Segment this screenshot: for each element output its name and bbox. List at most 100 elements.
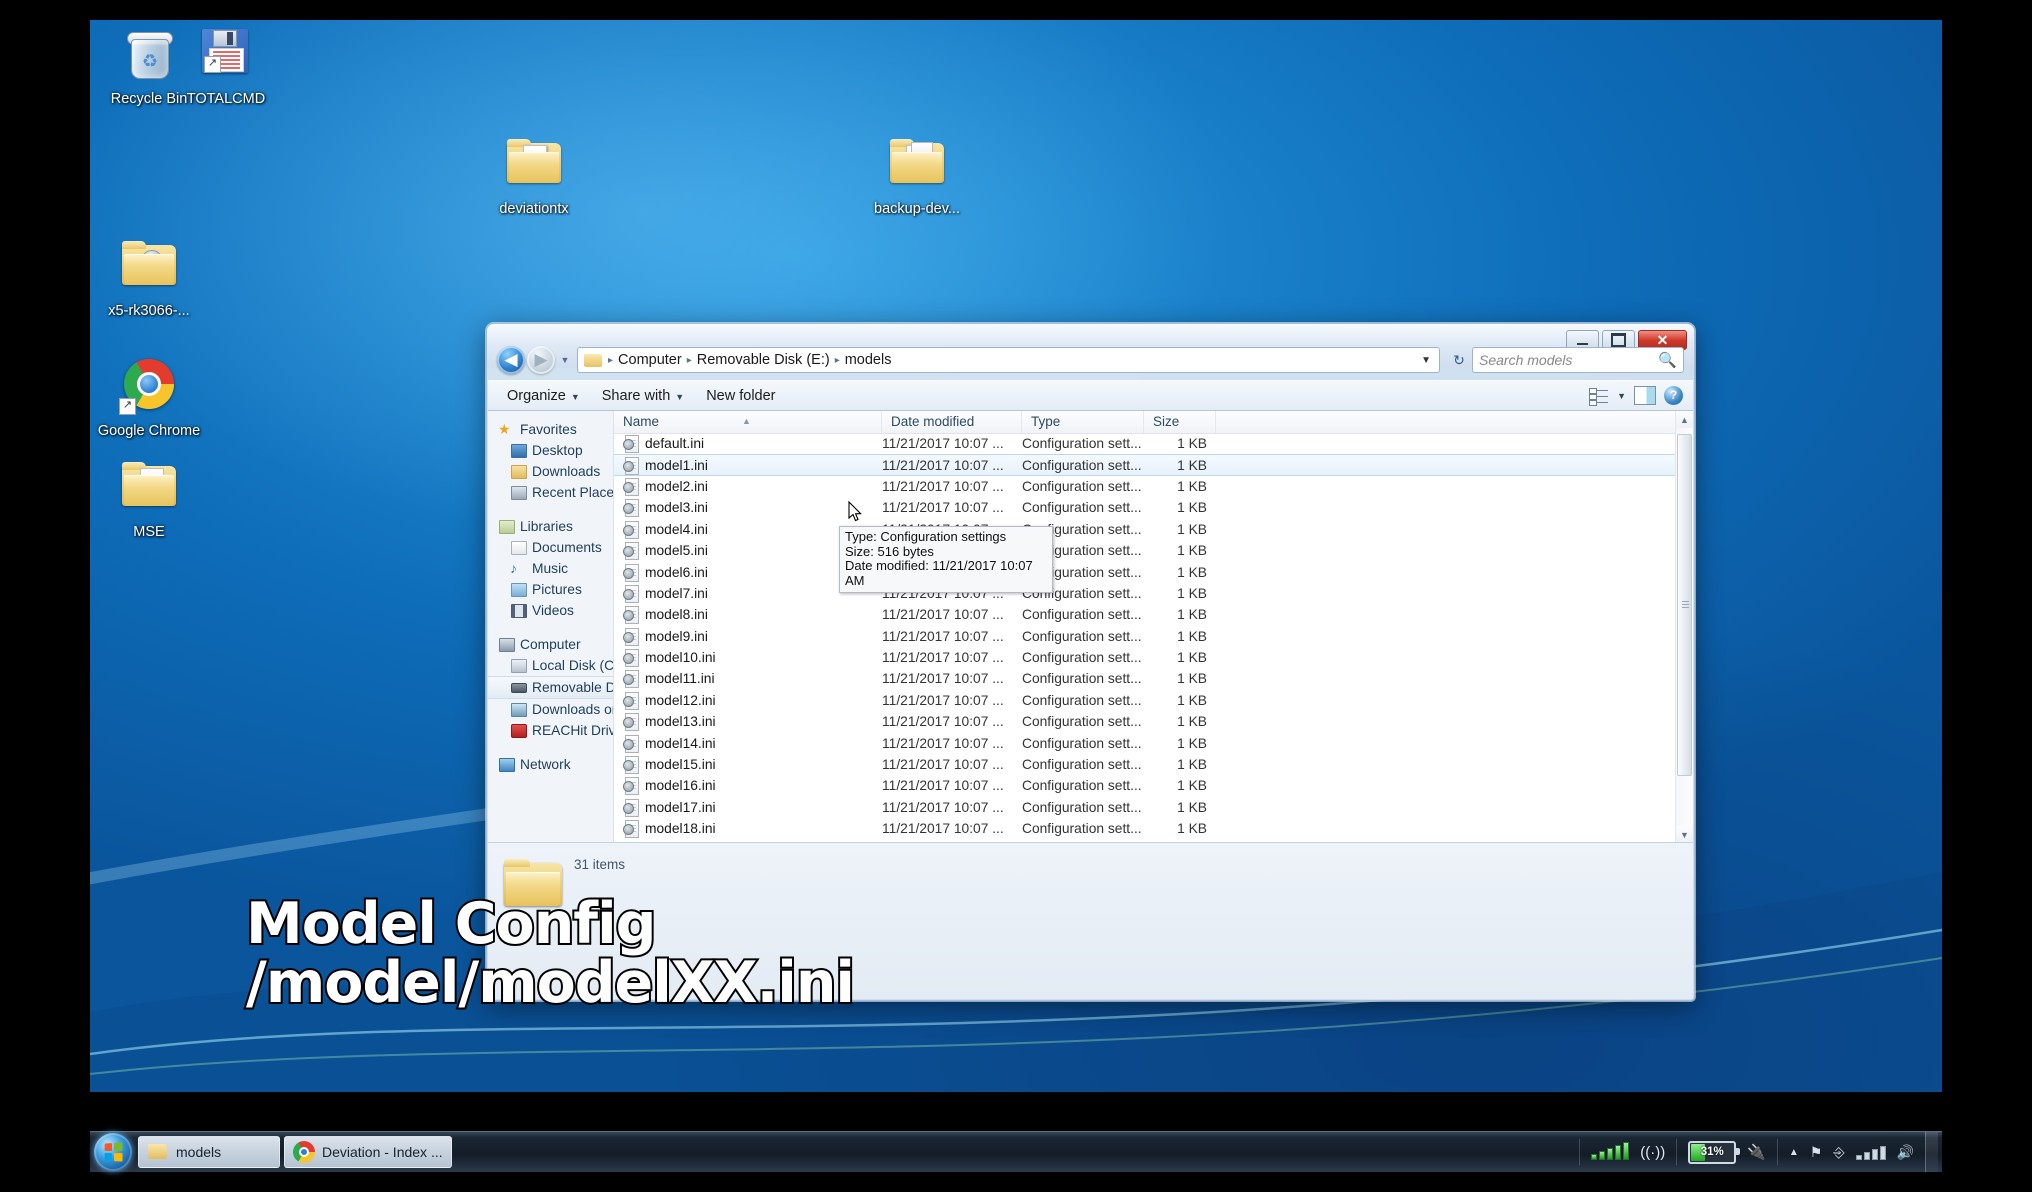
file-name-label: default.ini <box>645 436 705 452</box>
table-row[interactable]: model6.ini11/21/2017 10:07 ...Configurat… <box>614 561 1675 582</box>
battery-icon[interactable]: 31% <box>1688 1140 1741 1164</box>
network-signal-bars-icon[interactable] <box>1855 1144 1886 1160</box>
address-bar[interactable]: ▸ Computer ▸ Removable Disk (E:) ▸ model… <box>577 347 1440 373</box>
table-row[interactable]: model12.ini 11/21/2017 10:07 ... Configura… <box>614 690 1675 711</box>
table-row[interactable]: model11.ini 11/21/2017 10:07 ... Configura… <box>614 668 1675 689</box>
ini-file-icon <box>623 435 639 454</box>
table-row[interactable]: model8.ini 11/21/2017 10:07 ... Configurat… <box>614 604 1675 625</box>
desktop-icon-mse[interactable]: MSE <box>95 458 203 540</box>
desktop-icon-deviationtx[interactable]: deviationtx <box>480 135 588 217</box>
removable-disk-icon <box>510 680 527 695</box>
table-row[interactable]: model9.ini 11/21/2017 10:07 ... Configurat… <box>614 626 1675 647</box>
file-name-label: model9.ini <box>645 628 708 644</box>
navigation-pane[interactable]: ★ Favorites Desktop Downloads Recent Pla… <box>488 411 614 843</box>
taskbar-button-models[interactable]: models <box>138 1136 280 1168</box>
view-options-icon[interactable] <box>1589 387 1609 406</box>
star-icon: ★ <box>498 421 511 437</box>
sidebar-item-removable-disk[interactable]: Removable Disk <box>488 676 613 699</box>
table-row[interactable]: model1.ini 11/21/2017 10:07 ... Configurat… <box>614 454 1675 476</box>
table-row[interactable]: model5.ini11/21/2017 10:07 ...Configurat… <box>614 540 1675 561</box>
ini-file-icon <box>623 456 639 475</box>
vertical-scrollbar[interactable]: ▲ ▼ <box>1675 411 1693 843</box>
table-row[interactable]: model3.ini 11/21/2017 10:07 ... Configurat… <box>614 497 1675 518</box>
sidebar-item-downloads[interactable]: Downloads <box>488 461 613 482</box>
refresh-button[interactable]: ↻ <box>1446 347 1472 373</box>
file-type-cell: Configuration sett... <box>1022 757 1142 773</box>
computer-icon <box>498 637 515 652</box>
organize-button[interactable]: Organize ▼ <box>498 385 589 407</box>
chevron-down-icon[interactable]: ▼ <box>1421 355 1435 366</box>
volume-icon[interactable]: 🔊 <box>1897 1144 1914 1161</box>
sidebar-item-desktop[interactable]: Desktop <box>488 440 613 461</box>
taskbar-button-deviation[interactable]: Deviation - Index ... <box>284 1136 452 1168</box>
file-size-cell: 1 KB <box>1177 521 1207 537</box>
sidebar-item-videos[interactable]: Videos <box>488 600 613 621</box>
column-header-type[interactable]: Type <box>1022 411 1144 433</box>
sidebar-item-recent-places[interactable]: Recent Places <box>488 482 613 503</box>
search-input[interactable]: Search models 🔍 <box>1472 347 1684 373</box>
preview-pane-icon[interactable] <box>1634 386 1656 405</box>
table-row[interactable]: model16.ini 11/21/2017 10:07 ... Configura… <box>614 775 1675 796</box>
sidebar-group-computer[interactable]: Computer <box>488 634 613 655</box>
scrollbar-thumb[interactable] <box>1677 434 1692 776</box>
table-row[interactable]: model2.ini 11/21/2017 10:07 ... Configurat… <box>614 476 1675 497</box>
start-button[interactable] <box>94 1133 132 1171</box>
column-header-name[interactable]: Name ▲ <box>614 411 882 433</box>
sidebar-item-pictures[interactable]: Pictures <box>488 579 613 600</box>
table-row[interactable]: model15.ini 11/21/2017 10:07 ... Configura… <box>614 754 1675 775</box>
taskbar[interactable]: models Deviation - Index ... ((·)) 31% 🔌… <box>90 1131 1942 1172</box>
show-hidden-icons-button[interactable]: ▲ <box>1789 1147 1799 1158</box>
table-row[interactable]: default.ini 11/21/2017 10:07 ... Configura… <box>614 433 1675 454</box>
scroll-down-button[interactable]: ▼ <box>1676 826 1693 843</box>
desktop-icon-totalcmd[interactable]: ↗ TOTALCMD <box>172 25 280 107</box>
file-size-cell: 1 KB <box>1177 500 1207 516</box>
table-row[interactable]: model4.ini11/21/2017 10:07 ...Configurat… <box>614 519 1675 540</box>
table-row[interactable]: model14.ini 11/21/2017 10:07 ... Configura… <box>614 732 1675 753</box>
table-row[interactable]: model13.ini 11/21/2017 10:07 ... Configura… <box>614 711 1675 732</box>
chevron-down-icon: ▼ <box>570 391 580 402</box>
show-desktop-button[interactable] <box>1925 1132 1938 1172</box>
action-center-flag-icon[interactable]: ⚑ <box>1810 1144 1823 1161</box>
sidebar-item-reachit-drive[interactable]: REACHit Drive <box>488 720 613 741</box>
file-type-cell: Configuration sett... <box>1022 500 1142 516</box>
file-date-cell: 11/21/2017 10:07 ... <box>882 628 1004 644</box>
file-list-pane[interactable]: Name ▲ Date modified Type Size default.i… <box>614 411 1675 843</box>
wifi-icon[interactable]: ((·)) <box>1640 1144 1665 1161</box>
chevron-down-icon[interactable]: ▼ <box>1617 391 1626 401</box>
table-row[interactable]: model10.ini 11/21/2017 10:07 ... Configura… <box>614 647 1675 668</box>
back-button[interactable]: ◀ <box>497 346 525 374</box>
sidebar-item-music[interactable]: ♪ Music <box>488 558 613 579</box>
file-type-cell: Configuration sett... <box>1022 457 1142 473</box>
table-row[interactable]: model17.ini 11/21/2017 10:07 ... Configura… <box>614 797 1675 818</box>
sidebar-item-documents[interactable]: Documents <box>488 537 613 558</box>
share-with-button[interactable]: Share with ▼ <box>593 385 693 407</box>
sidebar-group-libraries[interactable]: Libraries <box>488 516 613 537</box>
desktop-icon-x5-rk3066[interactable]: x5-rk3066-... <box>95 237 203 319</box>
desktop-icon-backup-dev[interactable]: backup-dev... <box>863 135 971 217</box>
new-folder-button[interactable]: New folder <box>697 385 784 407</box>
power-plug-icon[interactable]: 🔌 <box>1747 1143 1766 1161</box>
file-date-cell: 11/21/2017 10:07 ... <box>882 478 1004 494</box>
breadcrumb-removable-disk[interactable]: Removable Disk (E:) <box>694 352 833 368</box>
sidebar-group-network[interactable]: Network <box>488 754 613 775</box>
file-rows[interactable]: default.ini 11/21/2017 10:07 ... Configura… <box>614 433 1675 843</box>
breadcrumb-models[interactable]: models <box>842 352 895 368</box>
forward-button[interactable]: ▶ <box>527 346 555 374</box>
sidebar-item-local-disk-c[interactable]: Local Disk (C:) <box>488 655 613 676</box>
sidebar-item-downloads-on[interactable]: Downloads on <box>488 699 613 720</box>
ini-file-icon <box>623 627 639 646</box>
help-icon[interactable]: ? <box>1664 386 1683 405</box>
breadcrumb-computer[interactable]: Computer <box>615 352 685 368</box>
ini-file-icon <box>623 777 639 796</box>
file-name-label: model8.ini <box>645 607 708 623</box>
sidebar-group-favorites[interactable]: ★ Favorites <box>488 419 613 440</box>
desktop-icon-google-chrome[interactable]: ↗ Google Chrome <box>95 357 203 439</box>
table-row[interactable]: model7.ini 11/21/2017 10:07 ... Configurat… <box>614 583 1675 604</box>
recent-pages-button[interactable]: ▼ <box>557 355 573 365</box>
table-row[interactable]: model18.ini 11/21/2017 10:07 ... Configura… <box>614 818 1675 839</box>
signal-strength-icon[interactable] <box>1591 1142 1630 1160</box>
safely-remove-hardware-icon[interactable]: ⎆ <box>1833 1144 1844 1161</box>
scroll-up-button[interactable]: ▲ <box>1676 411 1693 428</box>
column-header-size[interactable]: Size <box>1144 411 1216 433</box>
column-header-date-modified[interactable]: Date modified <box>882 411 1022 433</box>
